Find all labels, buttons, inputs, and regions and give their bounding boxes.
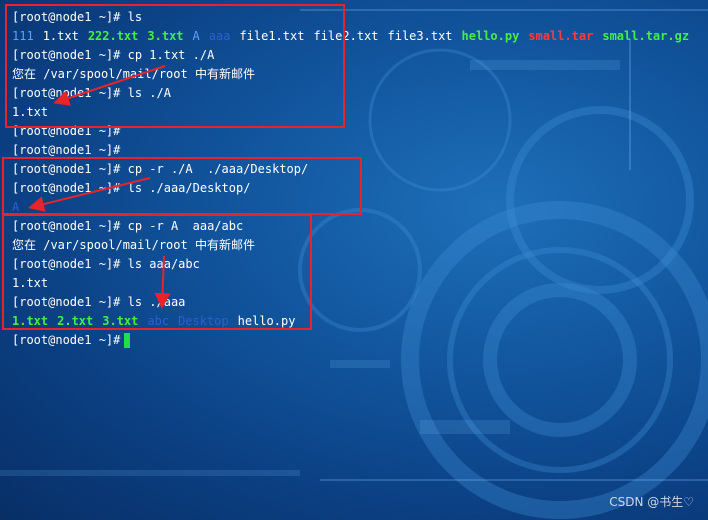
terminal-line: [root@node1 ~]#: [12, 331, 698, 350]
file-entry: small.tar.gz: [602, 29, 690, 43]
shell-prompt: [root@node1 ~]#: [12, 333, 121, 347]
highlight-box-1: [5, 4, 345, 128]
csdn-watermark: CSDN @书生♡: [609, 495, 694, 509]
file-entry: small.tar: [528, 29, 594, 43]
file-entry: hello.py: [461, 29, 520, 43]
terminal-cursor[interactable]: [124, 333, 131, 348]
shell-prompt: [root@node1 ~]#: [12, 143, 121, 157]
highlight-box-3: [2, 214, 312, 330]
file-entry: file3.txt: [387, 29, 453, 43]
highlight-box-2: [2, 157, 362, 215]
